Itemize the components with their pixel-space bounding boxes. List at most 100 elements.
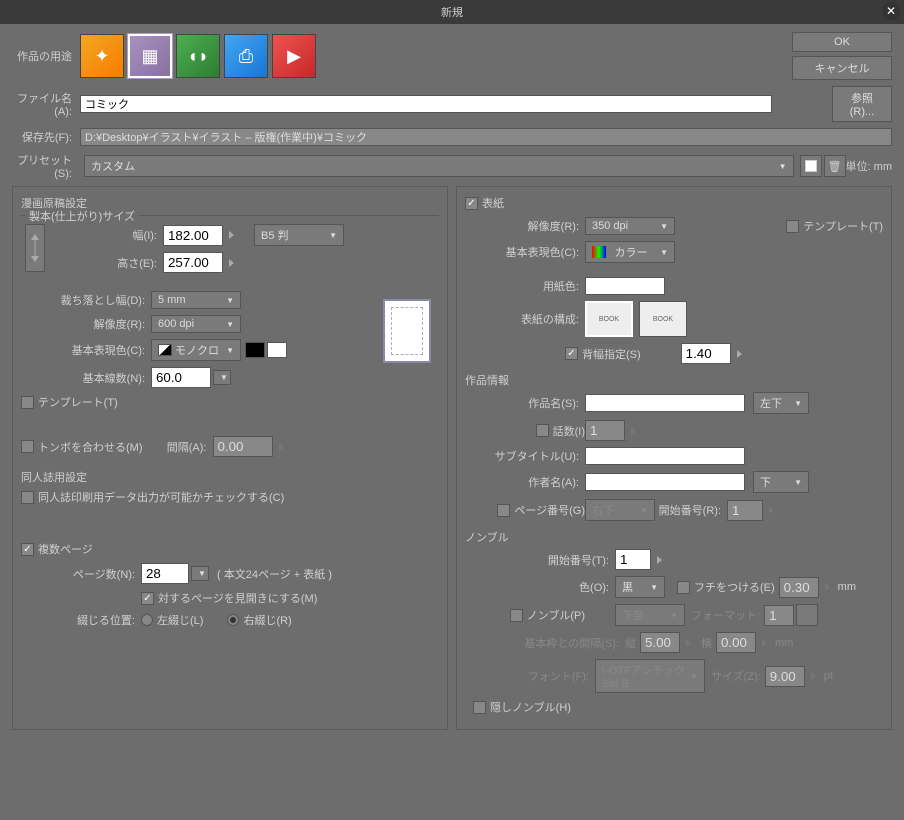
nombre-start-stepper[interactable] [657,556,662,564]
vert-label: 縦 [625,635,636,651]
edge-stepper [825,583,830,591]
cover-res-label: 解像度(R): [465,218,585,234]
close-button[interactable]: ✕ [882,2,900,20]
ncolor-dropdown[interactable]: 黒▼ [615,576,665,598]
use-illustration-icon[interactable]: ✦ [80,34,124,78]
cover-color-label: 基本表現色(C): [465,244,585,260]
width-input[interactable] [163,225,223,246]
cover-checkbox[interactable]: 表紙 [465,195,504,211]
startnum-stepper [769,506,774,514]
swatch-white[interactable] [267,342,287,358]
author-input[interactable] [585,473,745,491]
cancel-button[interactable]: キャンセル [792,56,892,80]
swatch-black[interactable] [245,342,265,358]
subtitle-label: サブタイトル(U): [465,448,585,464]
margin-unit: mm [775,637,793,649]
ok-button[interactable]: OK [792,32,892,52]
episode-stepper [631,427,636,435]
doujin-section-title: 同人誌用設定 [21,469,439,485]
pages-input[interactable] [141,563,189,584]
episode-checkbox[interactable]: 話数(I) [465,423,585,439]
bleed-dropdown[interactable]: 5 mm▼ [151,291,241,309]
bleed-label: 裁ち落とし幅(D): [21,292,151,308]
nombre-start-label: 開始番号(T): [465,552,615,568]
workname-label: 作品名(S): [465,395,585,411]
multipage-checkbox[interactable]: 複数ページ [21,541,93,557]
gap-label: 間隔(A): [153,439,213,455]
cover-res-dropdown[interactable]: 350 dpi▼ [585,217,675,235]
basecolor-dropdown[interactable]: モノクロ▼ [151,339,241,361]
subtitle-input[interactable] [585,447,745,465]
pagenum-pos-dropdown: 右下▼ [585,499,655,521]
margin-label: 基本枠との間隔(S): [465,635,625,651]
author-pos-dropdown[interactable]: 下▼ [753,471,809,493]
nombre-section-title: ノンブル [465,529,883,545]
paper-color-swatch[interactable] [585,277,665,295]
cover-layout-1[interactable]: BOOK [585,301,633,337]
gap-input [213,436,273,457]
filename-label: ファイル名(A): [12,90,80,118]
cover-template-checkbox[interactable]: テンプレート(T) [786,218,883,234]
nombre-start-input[interactable] [615,549,651,570]
startnum-label: 開始番号(R): [655,502,727,518]
browse-button[interactable]: 参照(R)... [832,86,892,122]
format-button [796,604,818,626]
pages-dropdown[interactable]: ▼ [191,566,209,581]
width-stepper[interactable] [229,231,234,239]
height-stepper[interactable] [229,259,234,267]
cover-color-dropdown[interactable]: カラー▼ [585,241,675,263]
edge-input [779,577,819,598]
lines-dropdown[interactable]: ▼ [213,370,231,385]
font-dropdown: I-OTFアンチックStd B▼ [595,659,705,693]
lines-input[interactable] [151,367,211,388]
pagenum-checkbox[interactable]: ページ番号(G) [465,502,585,518]
res-dropdown[interactable]: 600 dpi▼ [151,315,241,333]
use-anim-icon[interactable]: ▶ [272,34,316,78]
hidden-nombre-checkbox[interactable]: 隠しノンブル(H) [473,699,571,715]
tombo-checkbox[interactable]: トンボを合わせる(M) [21,439,143,455]
doujin-checkbox[interactable]: 同人誌印刷用データ出力が可能かチェックする(C) [21,489,284,505]
horz-stepper [762,639,767,647]
gap-stepper [279,443,284,451]
workname-pos-dropdown[interactable]: 左下▼ [753,392,809,414]
spine-checkbox[interactable]: 背幅指定(S) [565,346,641,362]
filename-input[interactable] [80,95,772,113]
paper-color-label: 用紙色: [465,278,585,294]
cover-layout-2[interactable]: BOOK [639,301,687,337]
format-label: フォーマット: [691,607,760,623]
link-wh-toggle[interactable] [25,224,45,272]
horz-input [716,632,756,653]
preset-save-button[interactable] [800,155,822,177]
workname-input[interactable] [585,394,745,412]
res-label: 解像度(R): [21,316,151,332]
pages-note: ( 本文24ページ + 表紙 ) [217,566,332,582]
spine-input[interactable] [681,343,731,364]
basecolor-label: 基本表現色(C): [21,342,151,358]
horz-label: 横 [701,635,712,651]
fontsize-unit: pt [824,670,833,682]
preset-delete-button[interactable]: 🗑 [824,155,846,177]
unit-label: 単位: [846,161,871,173]
use-print-icon[interactable]: ⎙ [224,34,268,78]
bind-label: 綴じる位置: [21,612,141,628]
spine-stepper[interactable] [737,350,742,358]
bind-right-radio[interactable]: 右綴じ(R) [227,612,291,628]
episode-input [585,420,625,441]
bind-left-radio[interactable]: 左綴じ(L) [141,612,203,628]
edge-unit: mm [838,581,856,593]
nombre-pos-dropdown: 下部▼ [615,604,685,626]
size-preset-dropdown[interactable]: B5 判▼ [254,224,344,246]
page-preview [383,299,431,363]
use-book-icon[interactable]: ◖◗ [176,34,220,78]
height-input[interactable] [163,252,223,273]
spread-checkbox[interactable]: 対するページを見開きにする(M) [141,590,317,606]
edge-checkbox[interactable]: フチをつける(E) [677,579,775,595]
preset-dropdown[interactable]: カスタム▼ [84,155,794,177]
use-comic-icon[interactable]: ▦ [128,34,172,78]
cover-compose-label: 表紙の構成: [465,311,585,327]
unit-value: mm [874,161,892,173]
height-label: 高さ(E): [53,255,163,271]
nombre-checkbox[interactable]: ノンブル(P) [465,607,585,623]
fontsize-stepper [811,672,816,680]
template-checkbox[interactable]: テンプレート(T) [21,394,118,410]
